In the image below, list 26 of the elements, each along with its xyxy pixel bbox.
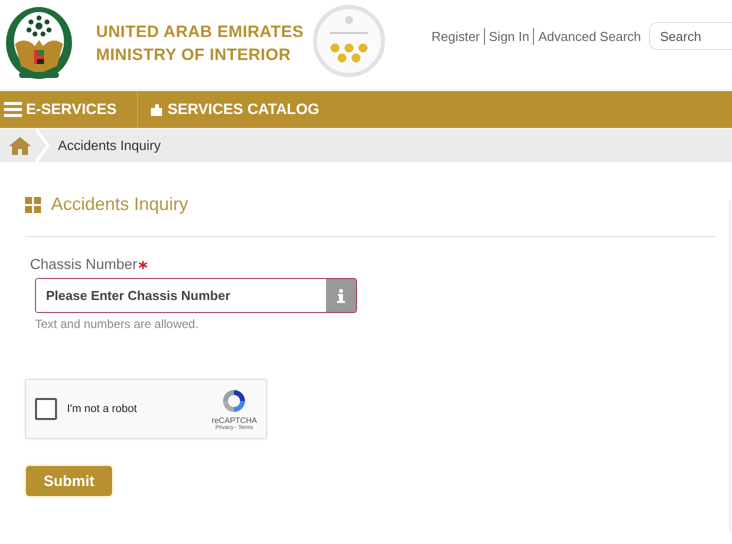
recaptcha-brand: reCAPTCHA (212, 416, 257, 424)
page-title: Accidents Inquiry (51, 194, 188, 215)
hint-text: Text and numbers are allowed. (35, 317, 198, 331)
header-title: MINISTRY OF INTERIOR (96, 45, 292, 66)
home-icon[interactable] (9, 136, 31, 154)
emblem-icon (5, 6, 73, 82)
seal-icon (312, 2, 386, 80)
chassis-number-field[interactable]: Please Enter Chassis Number (35, 278, 357, 313)
recaptcha-icon (221, 388, 248, 414)
header-link[interactable]: Register (427, 28, 484, 44)
header-link[interactable]: Advanced Search (534, 28, 645, 44)
puzzle-icon (150, 102, 164, 116)
breadcrumb-separator-icon (36, 129, 50, 162)
info-icon[interactable] (337, 288, 345, 302)
header-link[interactable]: Sign In (484, 28, 534, 44)
grid-icon (25, 196, 41, 212)
captcha-checkbox[interactable] (35, 398, 57, 420)
nav-tab[interactable]: E-SERVICES (0, 91, 138, 128)
captcha-label: I'm not a robot (67, 403, 137, 415)
search-field[interactable]: Search (649, 22, 732, 50)
field-label: Chassis Number (30, 257, 138, 273)
header-title: UNITED ARAB EMIRATES (96, 22, 304, 43)
submit-button[interactable]: Submit (26, 466, 112, 496)
menu-icon (4, 102, 22, 117)
breadcrumb-item: Accidents Inquiry (58, 138, 161, 153)
nav-tab[interactable]: SERVICES CATALOG (138, 91, 340, 128)
